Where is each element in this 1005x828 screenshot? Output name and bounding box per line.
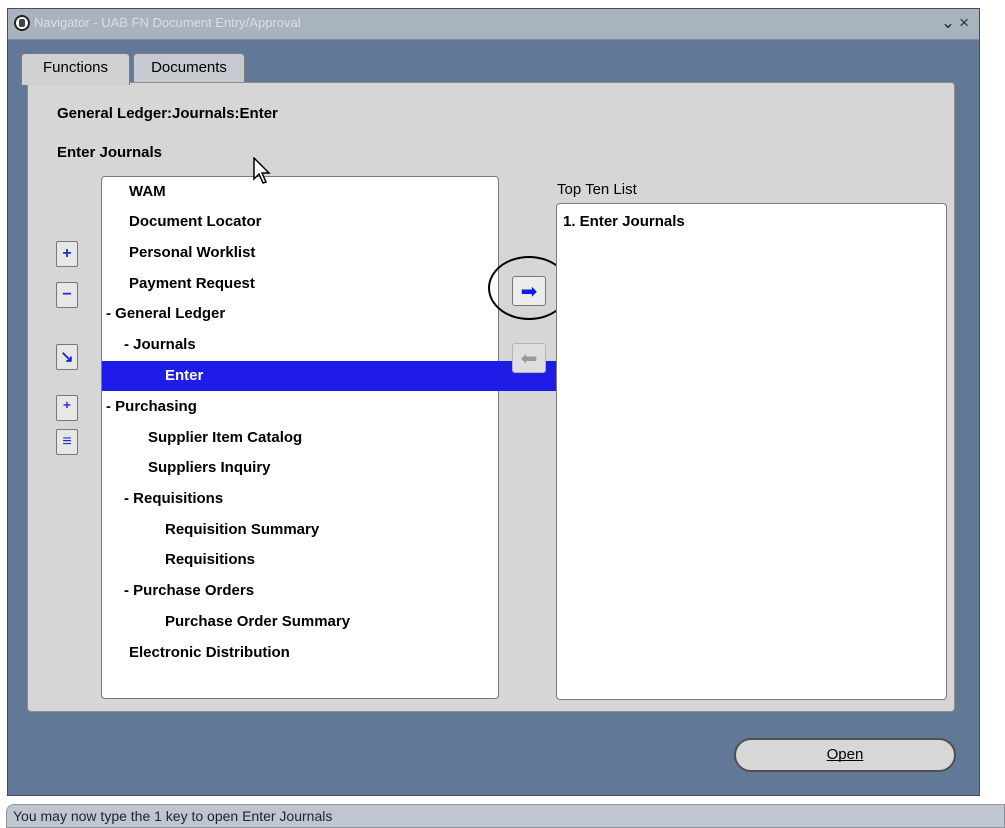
tab-documents[interactable]: Documents: [133, 53, 245, 82]
plus-icon: +: [62, 245, 72, 262]
status-bar: You may now type the 1 key to open Enter…: [6, 804, 1005, 828]
expand-branch-icon: ↘: [60, 349, 74, 366]
tree-item[interactable]: - General Ledger: [102, 299, 502, 329]
collapse-all-icon: ≡: [62, 433, 72, 450]
arrow-left-icon: ⬅: [520, 347, 538, 370]
tree-item[interactable]: Purchase Order Summary: [102, 607, 561, 637]
arrow-right-icon: ➡: [520, 280, 538, 303]
tree-item-label: Purchase Orders: [133, 582, 255, 599]
tree-item-label: Enter: [165, 367, 204, 384]
tree-item-label: Suppliers Inquiry: [148, 459, 271, 476]
tree-item-label: Journals: [133, 336, 196, 353]
tab-functions[interactable]: Functions: [21, 53, 130, 85]
tree-item[interactable]: - Requisitions: [102, 484, 520, 514]
tree-item-label: Requisitions: [133, 490, 224, 507]
window-title: Navigator - UAB FN Document Entry/Approv…: [34, 15, 301, 30]
selected-function-name: Enter Journals: [57, 144, 163, 161]
tree-item-label: Electronic Distribution: [129, 644, 290, 661]
open-button-label: Open: [826, 746, 864, 763]
tree-item-label: Purchasing: [115, 398, 197, 415]
minus-icon: −: [62, 286, 72, 303]
tree-item[interactable]: WAM: [102, 177, 525, 207]
remove-from-top-ten-button[interactable]: ⬅: [512, 343, 546, 373]
tree-item-prefix: -: [124, 582, 134, 599]
tree-item[interactable]: Requisition Summary: [102, 515, 561, 545]
function-tree: WAM Document Locator Personal Worklist P…: [101, 176, 561, 699]
tree-item-label: Requisition Summary: [165, 521, 320, 538]
top-ten-list: 1. Enter Journals: [556, 203, 947, 700]
breadcrumb: General Ledger:Journals:Enter: [57, 105, 278, 122]
tree-item-label: Requisitions: [165, 551, 256, 568]
tree-item[interactable]: Electronic Distribution: [102, 638, 525, 668]
expand-all-icon: ⁺: [62, 400, 72, 417]
collapse-button[interactable]: −: [56, 282, 78, 308]
add-to-top-ten-button[interactable]: ➡: [512, 276, 546, 306]
tree-item[interactable]: Payment Request: [102, 269, 525, 299]
tab-documents-label: Documents: [151, 59, 227, 76]
tree-item-label: Personal Worklist: [129, 244, 256, 261]
tree-item[interactable]: - Journals: [102, 330, 520, 360]
tree-item[interactable]: - Purchase Orders: [102, 576, 520, 606]
tree-item-label: Purchase Order Summary: [165, 613, 351, 630]
tree-item-selected[interactable]: Enter: [102, 361, 561, 391]
expand-branch-button[interactable]: ↘: [56, 344, 78, 370]
window-controls[interactable]: ⌄×: [941, 13, 973, 33]
tree-item-label: General Ledger: [115, 305, 226, 322]
collapse-all-button[interactable]: ≡: [56, 429, 78, 455]
tree-item[interactable]: Personal Worklist: [102, 238, 525, 268]
mouse-pointer-icon: [253, 157, 271, 184]
open-button[interactable]: Open: [734, 738, 956, 772]
tree-item-label: Document Locator: [129, 213, 262, 230]
tree-item-label: Supplier Item Catalog: [148, 429, 303, 446]
tree-item[interactable]: - Purchasing: [102, 392, 502, 422]
oracle-app-icon: [14, 15, 30, 31]
top-ten-label: Top Ten List: [557, 181, 637, 198]
title-bar[interactable]: Navigator - UAB FN Document Entry/Approv…: [8, 9, 979, 40]
top-ten-item[interactable]: 1. Enter Journals: [563, 213, 685, 230]
minimize-icon[interactable]: ⌄: [941, 13, 959, 32]
tab-functions-label: Functions: [42, 59, 109, 76]
tree-item[interactable]: Supplier Item Catalog: [102, 423, 544, 453]
close-icon[interactable]: ×: [959, 13, 973, 32]
tree-item-prefix: -: [124, 490, 134, 507]
expand-all-button[interactable]: ⁺: [56, 395, 78, 421]
tree-item-prefix: -: [124, 336, 134, 353]
tree-item[interactable]: Requisitions: [102, 545, 561, 575]
tree-item[interactable]: Document Locator: [102, 207, 525, 237]
expand-button[interactable]: +: [56, 241, 78, 267]
tree-item-prefix: -: [106, 398, 116, 415]
tree-item[interactable]: Suppliers Inquiry: [102, 453, 544, 483]
tree-item-prefix: -: [106, 305, 116, 322]
tree-item-label: Payment Request: [129, 275, 255, 292]
tree-item-label: WAM: [129, 183, 166, 200]
